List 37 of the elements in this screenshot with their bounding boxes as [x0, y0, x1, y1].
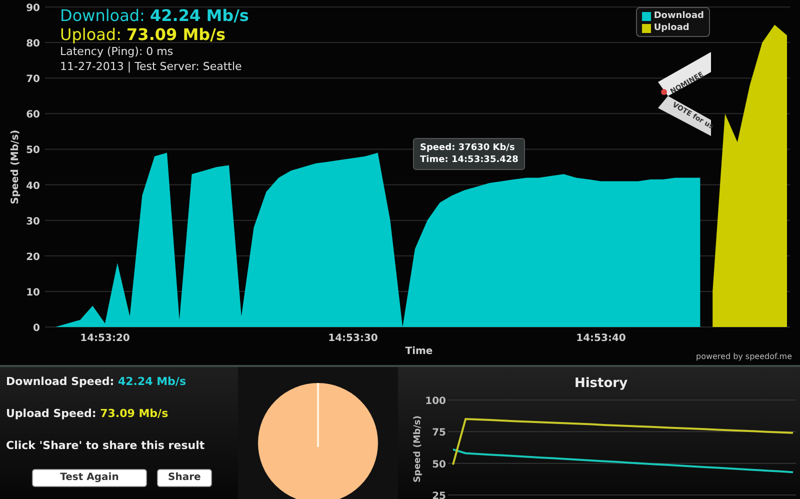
axis-tick-label: 60 — [26, 110, 40, 121]
credit-text: powered by speedof.me — [696, 352, 792, 361]
axis-tick-label: 20 — [26, 252, 40, 263]
axis-tick-label: 75 — [432, 428, 446, 439]
axis-tick-label: 0 — [33, 323, 40, 334]
axis-tick-label: 90 — [26, 3, 40, 14]
legend-label: Upload — [654, 22, 690, 34]
server-text: 11-27-2013 | Test Server: Seattle — [60, 59, 243, 74]
tooltip-text: Time: 14:53:35.428 — [420, 154, 518, 166]
axis-title: Speed (Mb/s) — [413, 416, 423, 482]
share-note: Click 'Share' to share this result — [6, 439, 206, 452]
axis-tick-label: 50 — [432, 459, 446, 470]
legend-label: Download — [654, 10, 704, 22]
download-result: Download: 42.24 Mb/s — [60, 6, 249, 25]
upload-value: 73.09 Mb/s — [100, 407, 168, 420]
action-button[interactable]: Share — [157, 469, 212, 487]
tooltip-text: Speed: 37630 Kb/s — [420, 142, 516, 154]
axis-tick-label: 14:53:30 — [328, 333, 378, 344]
download-value: 42.24 Mb/s — [118, 375, 186, 388]
label-text: Download Speed: — [6, 375, 114, 388]
axis-tick-label: 50 — [26, 145, 40, 156]
axis-tick-label: 10 — [26, 287, 40, 298]
axis-tick-label: 40 — [26, 180, 40, 192]
axis-title: Time — [405, 346, 433, 357]
axis-tick-label: 14:53:20 — [80, 333, 130, 344]
axis-tick-label: 30 — [26, 216, 40, 228]
action-button[interactable]: Test Again — [32, 469, 147, 487]
upload-result: Upload: 73.09 Mb/s — [60, 25, 226, 44]
axis-tick-label: 14:53:40 — [576, 333, 626, 344]
axis-tick-label: 80 — [26, 38, 40, 50]
axis-tick-label: 70 — [26, 74, 40, 86]
latency-text: Latency (Ping): 0 ms — [60, 44, 174, 59]
chart-title: History — [574, 376, 628, 391]
axis-title: Speed (Mb/s) — [10, 130, 21, 204]
label-text: Upload Speed: — [6, 407, 96, 420]
axis-tick-label: 25 — [432, 491, 446, 499]
axis-tick-label: 100 — [425, 396, 446, 407]
